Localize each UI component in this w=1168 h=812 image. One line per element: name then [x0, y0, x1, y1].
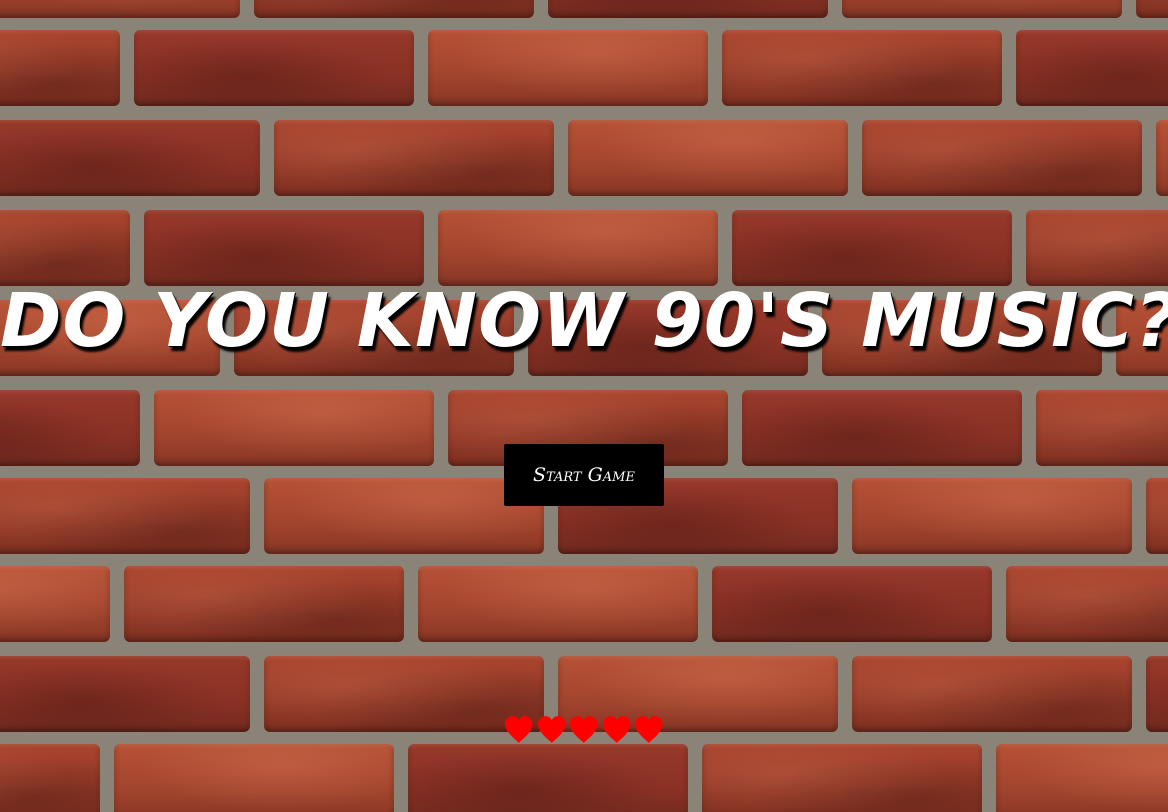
heart-icon	[635, 716, 664, 743]
heart-icon	[602, 716, 631, 743]
lives-indicator	[503, 708, 665, 752]
brick-row	[0, 120, 1168, 196]
brick-row	[0, 30, 1168, 106]
brick-wall-background	[0, 0, 1168, 812]
heart-icon	[570, 716, 598, 743]
game-title: DO YOU KNOW 90'S MUSIC?	[0, 278, 1168, 364]
brick-row	[0, 744, 1168, 812]
heart-icon	[537, 716, 566, 743]
heart-icon	[504, 716, 533, 743]
brick-row	[0, 210, 1168, 286]
brick-row	[0, 0, 1168, 18]
brick-row	[0, 566, 1168, 642]
start-game-button[interactable]: Start Game	[504, 444, 664, 506]
